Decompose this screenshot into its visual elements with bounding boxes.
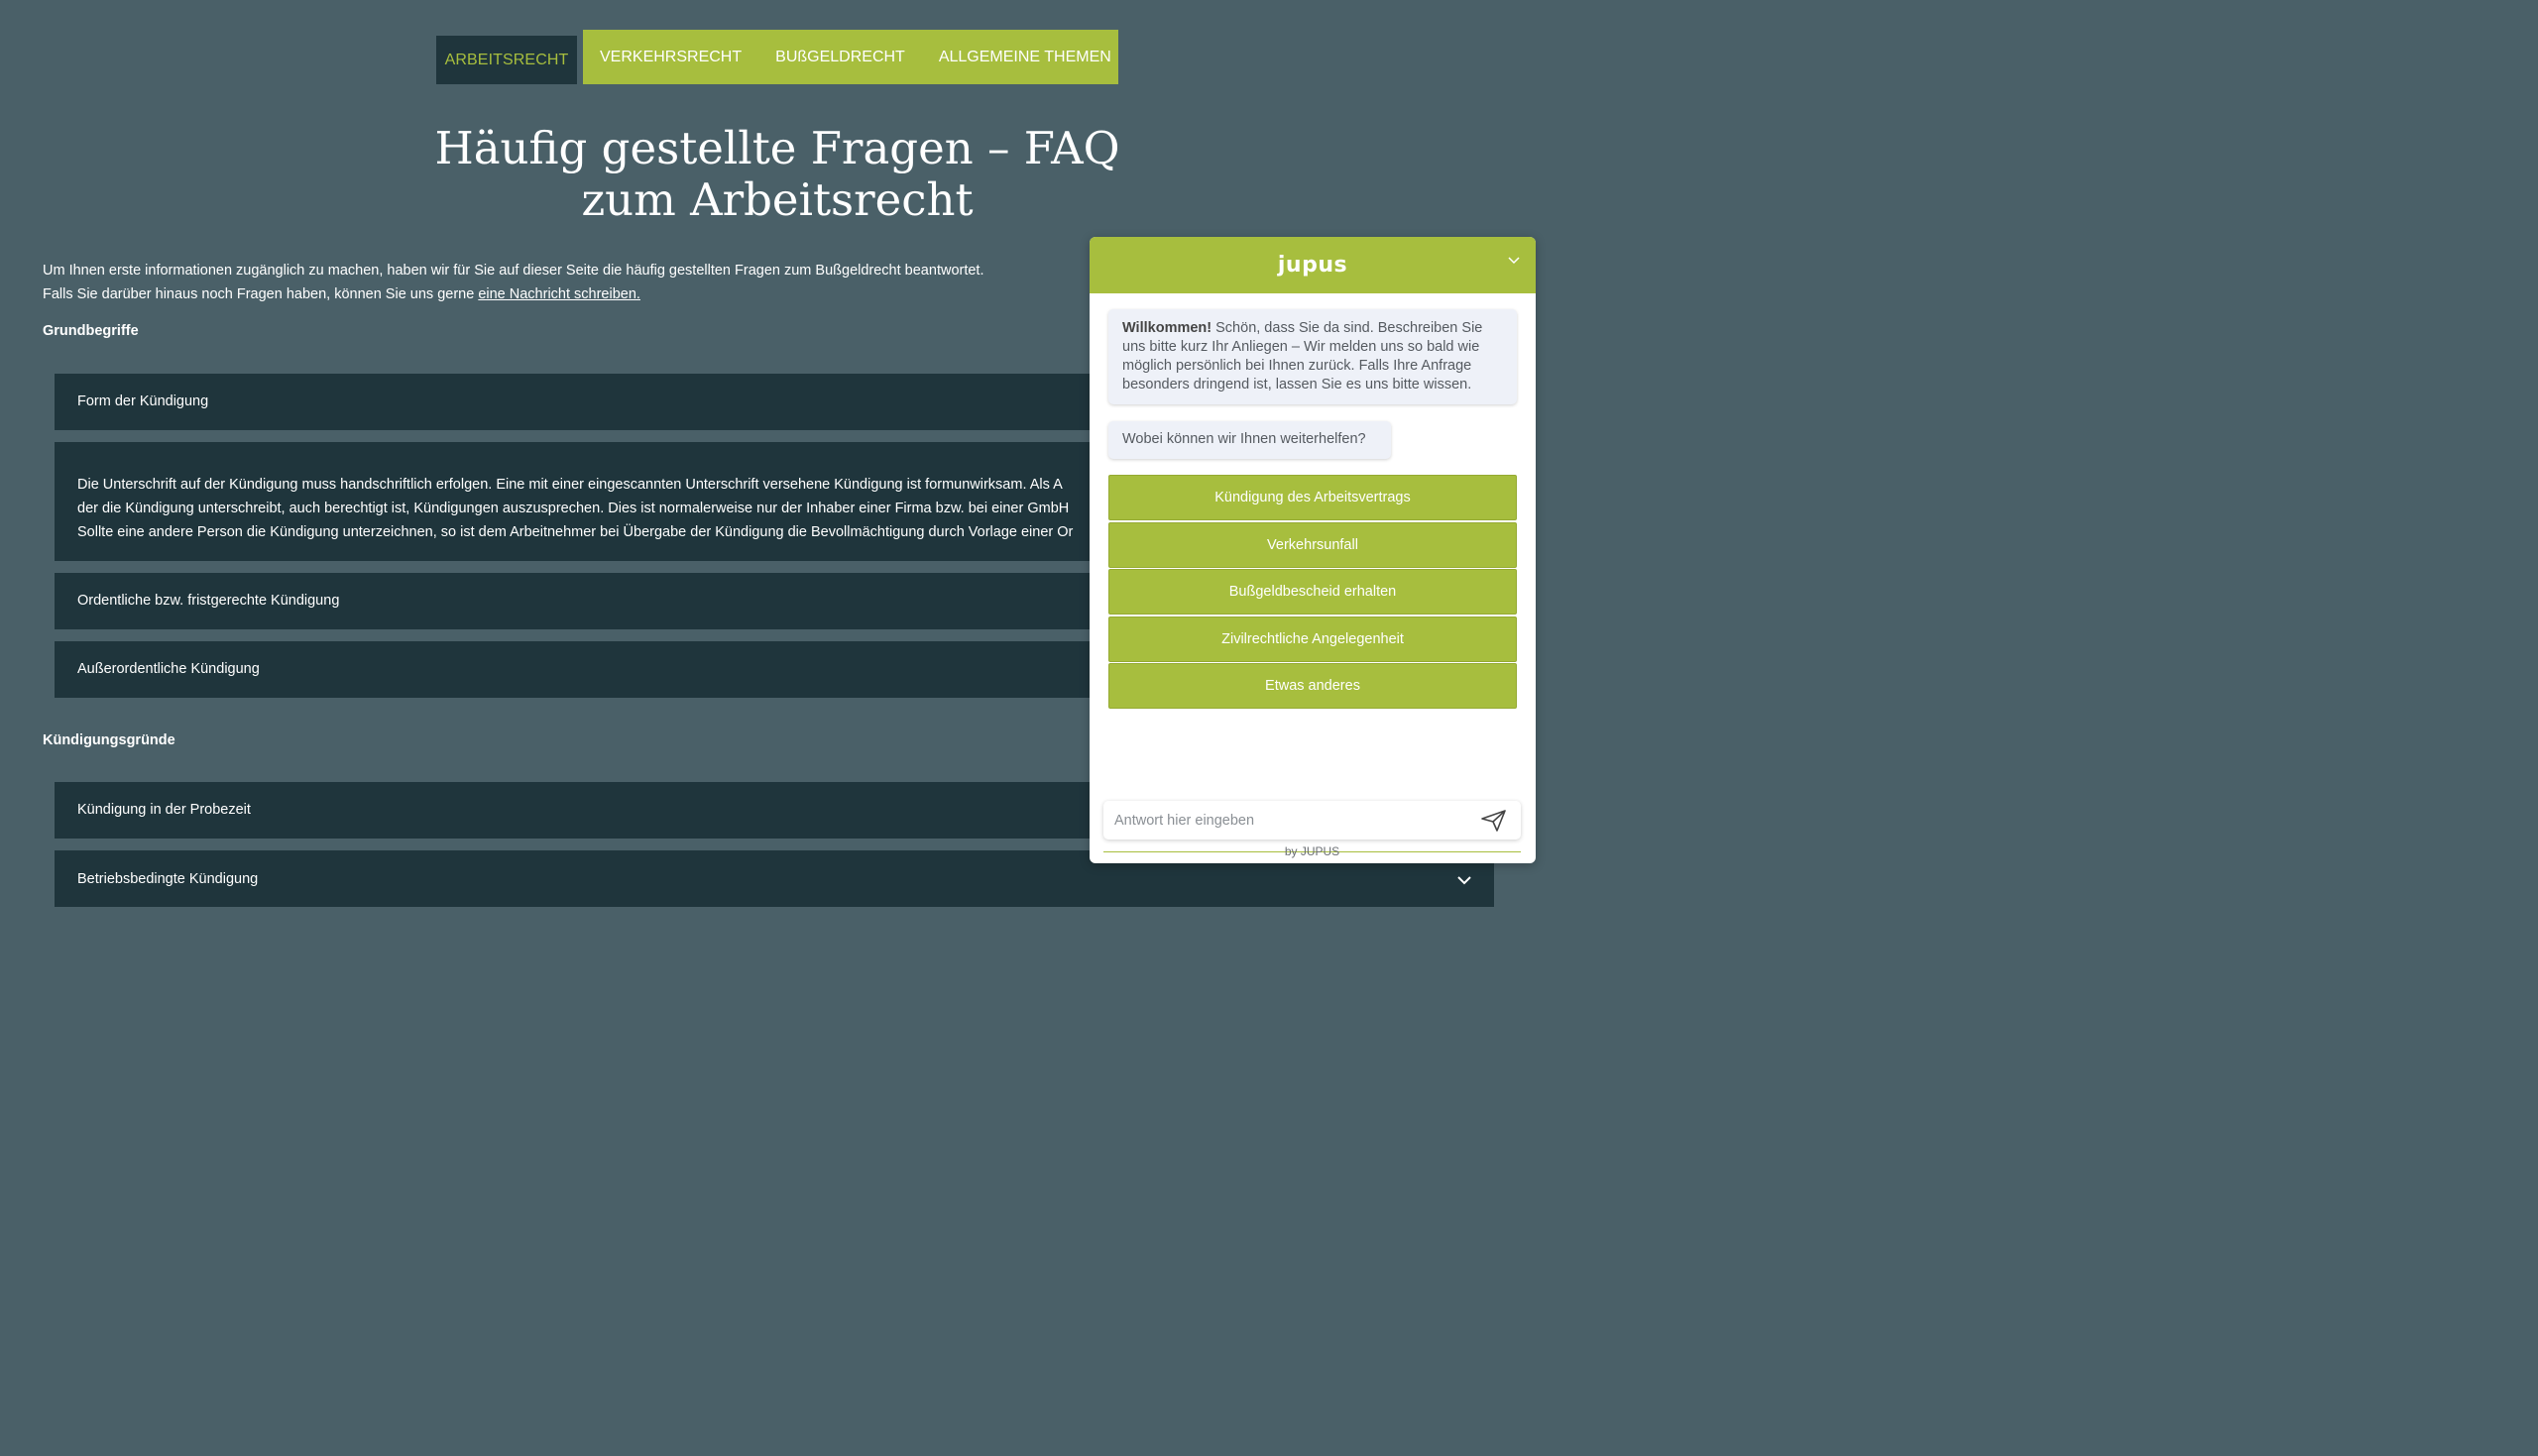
intro-line-1: Um Ihnen erste informationen zugänglich … (43, 263, 984, 279)
chat-option-verkehrsunfall[interactable]: Verkehrsunfall (1108, 521, 1517, 568)
chat-option-bussgeldbescheid[interactable]: Bußgeldbescheid erhalten (1108, 569, 1517, 615)
powered-by: by JUPUS (1103, 845, 1521, 863)
faq-answer-line-1: Die Unterschrift auf der Kündigung muss … (77, 477, 1063, 493)
page-title-line-2: zum Arbeitsrecht (581, 173, 974, 226)
chat-welcome-message: Willkommen! Schön, dass Sie da sind. Bes… (1108, 309, 1517, 404)
chevron-down-icon[interactable] (1508, 257, 1520, 265)
faq-item-label: Außerordentliche Kündigung (77, 661, 260, 677)
faq-item-label: Kündigung in der Probezeit (77, 802, 251, 818)
chevron-down-icon[interactable] (1456, 875, 1472, 885)
chat-input[interactable] (1114, 801, 1471, 840)
chat-options: Kündigung des Arbeitsvertrags Verkehrsun… (1108, 475, 1517, 711)
page-title: Häufig gestellte Fragen – FAQ zum Arbeit… (0, 123, 1555, 226)
faq-item-label: Betriebsbedingte Kündigung (77, 871, 259, 887)
chat-option-kuendigung[interactable]: Kündigung des Arbeitsvertrags (1108, 475, 1517, 520)
chat-input-box (1103, 801, 1521, 840)
tab-group: VERKEHRSRECHT BUßGELDRECHT ALLGEMEINE TH… (583, 30, 1118, 84)
tab-allgemeine-themen[interactable]: ALLGEMEINE THEMEN (939, 49, 1111, 66)
chat-option-zivilrecht[interactable]: Zivilrechtliche Angelegenheit (1108, 616, 1517, 662)
faq-answer-text: Die Unterschrift auf der Kündigung muss … (77, 473, 1073, 544)
faq-answer-line-3: Sollte eine andere Person die Kündigung … (77, 524, 1074, 540)
tab-bussgeldrecht[interactable]: BUßGELDRECHT (775, 49, 905, 66)
section-heading-kuendigungsgruende: Kündigungsgründe (43, 732, 175, 748)
powered-by-text: by JUPUS (1284, 844, 1340, 858)
tab-verkehrsrecht[interactable]: VERKEHRSRECHT (600, 49, 742, 66)
tab-arbeitsrecht[interactable]: ARBEITSRECHT (436, 36, 577, 84)
chat-question-message: Wobei können wir Ihnen weiterhelfen? (1108, 421, 1391, 459)
section-heading-grundbegriffe: Grundbegriffe (43, 323, 139, 339)
chat-option-etwas-anderes[interactable]: Etwas anderes (1108, 663, 1517, 709)
send-icon[interactable] (1481, 810, 1507, 832)
page-title-line-1: Häufig gestellte Fragen – FAQ (434, 122, 1120, 174)
message-link[interactable]: eine Nachricht schreiben. (478, 286, 640, 302)
intro-line-2: Falls Sie darüber hinaus noch Fragen hab… (43, 282, 983, 306)
chat-logo: jupus (1277, 253, 1348, 278)
chat-welcome-bold: Willkommen! (1122, 320, 1212, 336)
faq-item-label: Form der Kündigung (77, 393, 209, 409)
intro-line-2-text: Falls Sie darüber hinaus noch Fragen hab… (43, 286, 479, 302)
faq-answer-line-2: der die Kündigung unterschreibt, auch be… (77, 501, 1070, 516)
chat-widget: jupus Willkommen! Schön, dass Sie da sin… (1090, 237, 1536, 863)
intro-text: Um Ihnen erste informationen zugänglich … (43, 259, 983, 306)
chat-header: jupus (1090, 237, 1536, 293)
faq-item-label: Ordentliche bzw. fristgerechte Kündigung (77, 593, 340, 609)
